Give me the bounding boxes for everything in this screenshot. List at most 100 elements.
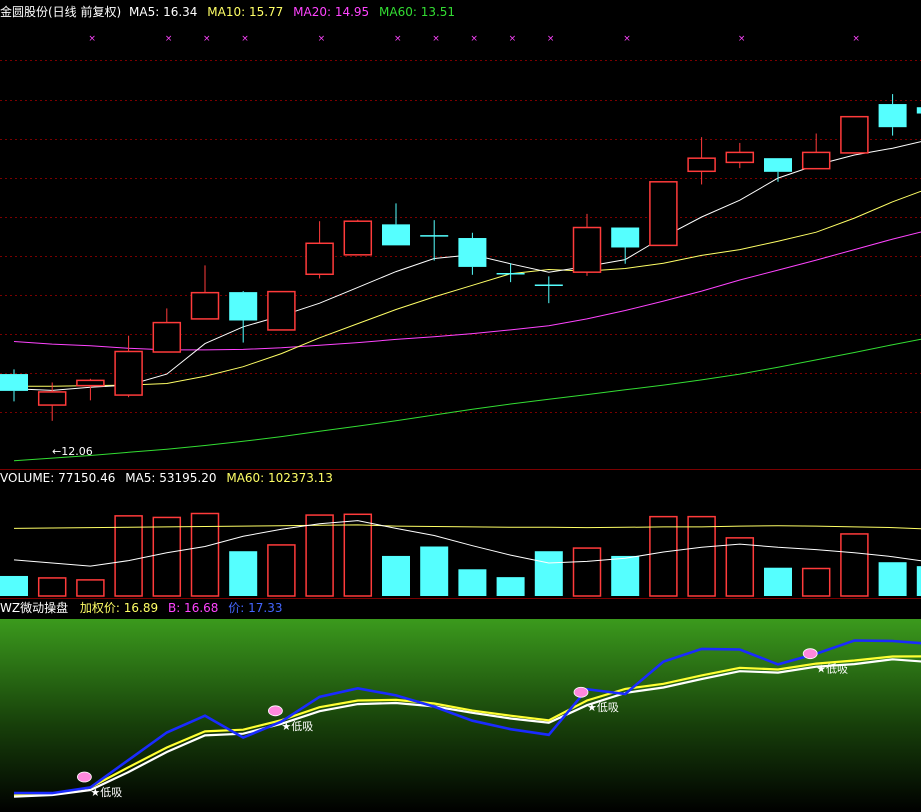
candle-body <box>764 158 792 172</box>
price-readout: 价: 17.33 <box>228 601 282 615</box>
candle <box>572 213 602 276</box>
candle <box>420 220 449 261</box>
kline-pane[interactable]: 金圆股份(日线 前复权) MA5: 16.34 MA10: 15.77 MA20… <box>0 4 921 462</box>
candle-body <box>725 151 755 164</box>
volume-readout: VOLUME: 77150.46 <box>0 471 115 485</box>
volume-bar <box>0 575 28 596</box>
candle-body <box>382 224 410 246</box>
candle <box>611 227 640 264</box>
ma5-readout: MA5: 16.34 <box>129 5 197 19</box>
candle <box>534 276 563 304</box>
candle-body <box>687 157 716 173</box>
candle <box>0 369 28 402</box>
volume-bar <box>343 513 373 597</box>
event-marker: × <box>738 34 746 44</box>
volume-bar <box>878 562 907 596</box>
signal-label: ★低吸 <box>816 663 848 676</box>
event-marker: × <box>623 34 631 44</box>
ma10-readout: MA10: 15.77 <box>207 5 283 19</box>
ma60-readout: MA60: 13.51 <box>379 5 455 19</box>
volume-bar <box>229 551 258 596</box>
event-marker: × <box>88 34 96 44</box>
volume-bar <box>305 514 334 597</box>
volume-bar <box>801 567 831 597</box>
low-price-label: ←12.06 <box>52 445 93 458</box>
candle-body <box>649 181 678 247</box>
volume-bar <box>76 579 105 597</box>
signal-icon <box>573 686 589 698</box>
event-marker: × <box>547 34 555 44</box>
candle-body <box>267 290 296 331</box>
volume-bar <box>114 515 143 597</box>
weighted-price-readout: 加权价: 16.89 <box>80 601 158 615</box>
candle-body <box>916 107 921 114</box>
candle <box>916 107 921 114</box>
candle <box>114 335 143 398</box>
indicator-name: WZ微动操盘 <box>0 600 68 615</box>
volume-bar <box>496 577 525 596</box>
event-marker: × <box>165 34 173 44</box>
candle-body <box>76 379 105 387</box>
volume-bar <box>725 537 755 597</box>
stock-chart: 金圆股份(日线 前复权) MA5: 16.34 MA10: 15.77 MA20… <box>0 4 921 812</box>
candle <box>687 137 716 185</box>
volume-bar <box>840 533 869 597</box>
volume-pane[interactable]: VOLUME: 77150.46 MA5: 53195.20 MA60: 102… <box>0 471 921 597</box>
svg-text:金圆股份(日线 前复权) MA5: 16.34: 金圆股份(日线 前复权) MA5: 16.34 MA10: 15.77 MA20… <box>0 4 455 19</box>
candle <box>382 203 410 246</box>
stock-title: 金圆股份(日线 前复权) <box>0 4 121 19</box>
event-marker: × <box>509 34 517 44</box>
candle-body <box>37 391 67 406</box>
volume-bar <box>534 551 563 596</box>
candle <box>229 291 258 343</box>
volume-bar <box>420 546 449 596</box>
candle <box>152 308 182 353</box>
candle-body <box>801 151 831 170</box>
candles <box>0 94 921 421</box>
candle-body <box>114 350 143 396</box>
event-marker: × <box>394 34 402 44</box>
svg-text:WZ微动操盘 加权价: 16.89: WZ微动操盘 加权价: 16.89 B: 16.68 价: 17.33 <box>0 600 282 615</box>
volume-bar <box>764 567 792 596</box>
candle-body <box>229 292 258 321</box>
candle <box>76 378 105 401</box>
signal-label: ★低吸 <box>587 701 619 714</box>
candle-body <box>0 374 28 391</box>
event-marker: × <box>432 34 440 44</box>
candle <box>267 290 296 331</box>
volume-bar <box>687 515 716 597</box>
signal-label: ★低吸 <box>90 786 122 799</box>
candle <box>37 382 67 421</box>
candle <box>840 115 869 154</box>
ma60-line <box>13 338 921 462</box>
candle <box>190 265 220 320</box>
signal-icon <box>802 648 818 660</box>
svg-text:VOLUME: 77150.46 MA5: 53: VOLUME: 77150.46 MA5: 53195.20 MA60: 102… <box>0 471 333 485</box>
signal-icon <box>77 771 92 783</box>
volume-averages <box>13 520 921 567</box>
volume-bar <box>152 516 182 597</box>
event-marker: × <box>470 34 478 44</box>
signal-icon <box>267 705 283 717</box>
event-marker: × <box>852 34 860 44</box>
candle-body <box>458 238 487 267</box>
event-markers: × × × × × × × × × × × × × <box>88 34 860 44</box>
volume-bar <box>649 515 678 597</box>
event-marker: × <box>318 34 326 44</box>
volume-ma60-readout: MA60: 102373.13 <box>226 471 333 485</box>
candle <box>649 181 678 247</box>
candle-body <box>190 291 220 320</box>
candle-body <box>305 242 334 276</box>
candle-body <box>840 115 869 154</box>
volume-bar <box>382 555 410 596</box>
volume-bar <box>458 569 487 596</box>
volume-bar <box>190 512 220 597</box>
volume-ma5-readout: MA5: 53195.20 <box>125 471 216 485</box>
candle-body <box>152 321 182 353</box>
indicator-pane[interactable]: WZ微动操盘 加权价: 16.89 B: 16.68 价: 17.33 ★低吸 ★… <box>0 600 921 812</box>
signal-label: ★低吸 <box>281 720 313 733</box>
volume-ma60-line <box>13 524 921 530</box>
candle <box>801 133 831 170</box>
candle-body <box>572 226 602 273</box>
volume-bar <box>572 547 602 597</box>
